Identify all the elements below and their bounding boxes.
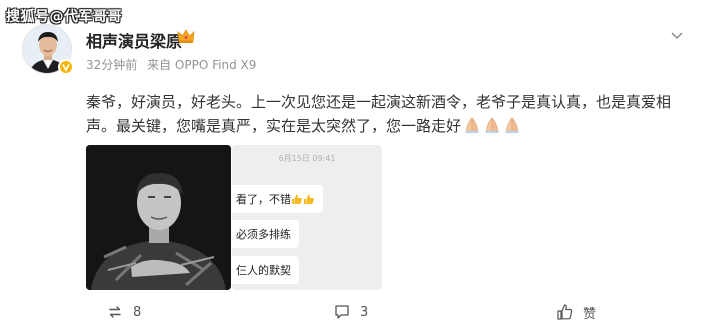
chevron-down-icon[interactable]: [669, 27, 685, 43]
sohu-watermark: 搜狐号@代军哥哥: [6, 9, 122, 25]
post-image-portrait[interactable]: [86, 145, 231, 290]
post-text: 秦爷，好演员，好老头。上一次见您还是一起演这新酒令，老爷子是真认真，也是真爱相声…: [86, 90, 686, 138]
chat-bubble: 必须多排练: [232, 220, 299, 248]
post-source[interactable]: 来自 OPPO Find X9: [147, 58, 256, 72]
like-label: 赞: [583, 306, 597, 322]
chat-message: 仨人的默契: [236, 264, 291, 277]
thumbs-up-icon: [304, 194, 314, 204]
chat-date: 6月15日 09:41: [278, 154, 336, 163]
action-bar: 8 3 赞: [0, 301, 701, 325]
thumbs-up-icon: [292, 194, 302, 204]
repost-count: 8: [133, 304, 142, 320]
repost-button[interactable]: 8: [106, 301, 141, 323]
repost-icon: [109, 306, 121, 318]
like-button[interactable]: 赞: [556, 301, 596, 323]
author-name[interactable]: 相声演员梁原: [86, 28, 182, 52]
post-body: 秦爷，好演员，好老头。上一次见您还是一起演这新酒令，老爷子是真认真，也是真爱相声…: [86, 93, 672, 135]
chat-bubble: 看了，不错: [232, 185, 323, 213]
folded-hands-icon: [505, 117, 519, 133]
comment-icon: [335, 305, 349, 319]
like-icon: [557, 304, 573, 320]
post-time[interactable]: 32分钟前: [86, 58, 137, 72]
folded-hands-icon: [465, 117, 479, 133]
post-meta: 32分钟前 来自 OPPO Find X9: [86, 56, 262, 73]
chat-message: 看了，不错: [236, 193, 291, 206]
comment-count: 3: [360, 304, 369, 320]
author-avatar[interactable]: [22, 24, 74, 75]
folded-hands-icon: [485, 117, 499, 133]
comment-button[interactable]: 3: [333, 301, 368, 323]
post-image-chat[interactable]: 6月15日 09:41 看了，不错 必须多排练 仨人的默契: [232, 145, 382, 290]
chat-bubble: 仨人的默契: [232, 256, 299, 284]
chat-message: 必须多排练: [236, 228, 291, 241]
crown-icon[interactable]: [177, 28, 195, 44]
verified-v-icon: [58, 59, 74, 75]
